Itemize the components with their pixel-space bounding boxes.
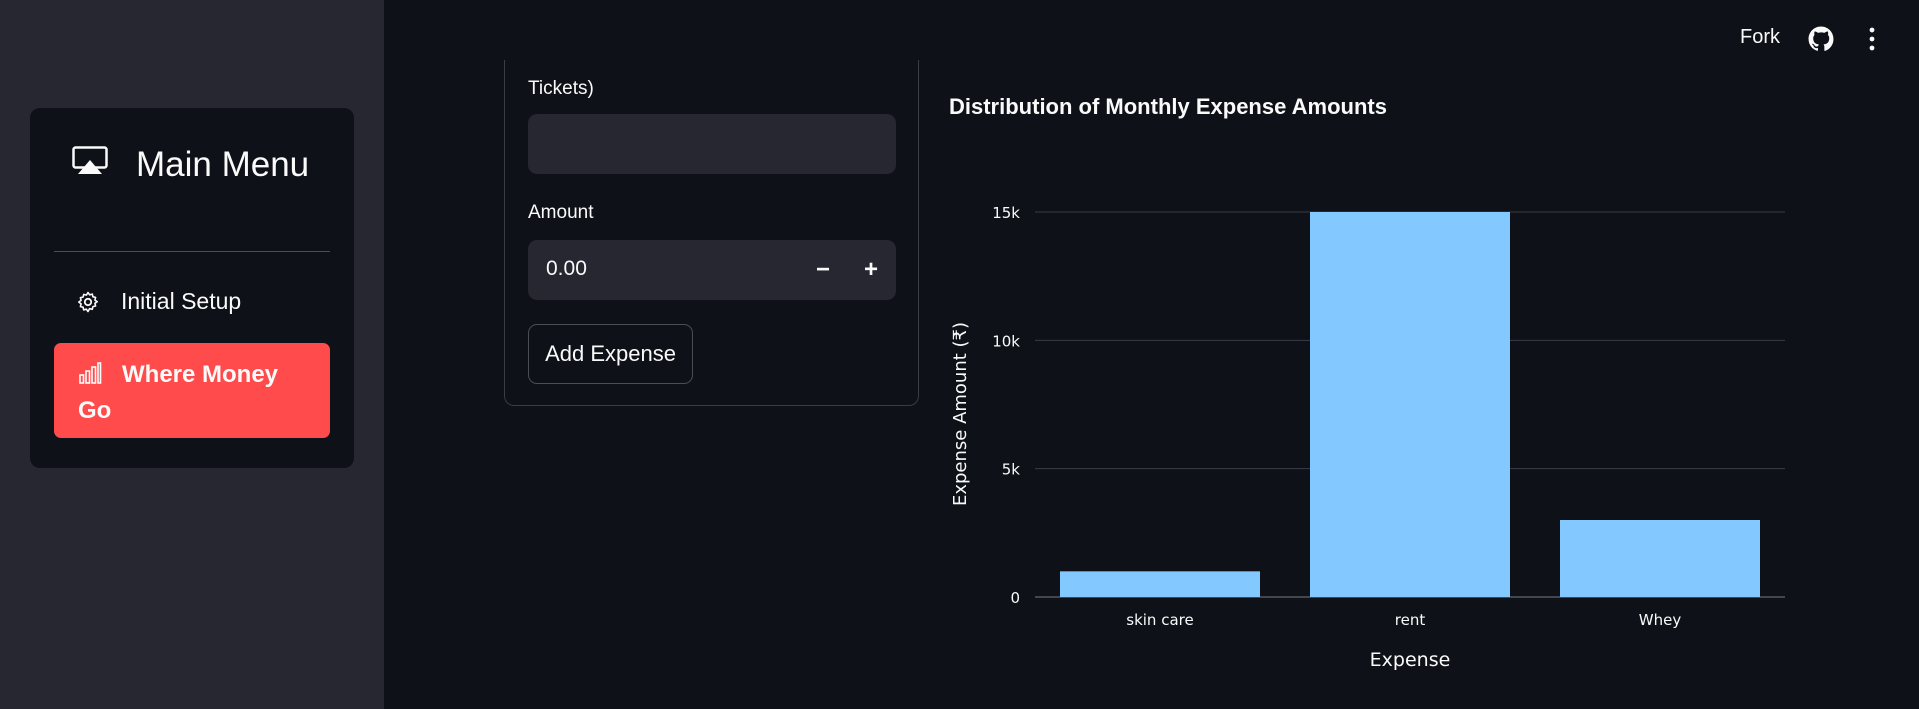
add-expense-button[interactable]: Add Expense — [528, 324, 693, 384]
y-tick-label: 5k — [1002, 461, 1021, 479]
x-tick-label: rent — [1395, 611, 1426, 629]
more-options-icon[interactable] — [1860, 26, 1884, 52]
y-tick-label: 10k — [992, 332, 1020, 350]
sidebar-item-where-money-go[interactable]: Where Money Go — [54, 343, 330, 438]
menu-title-text: Main Menu — [136, 145, 310, 184]
github-icon[interactable] — [1808, 26, 1834, 52]
x-tick-label: skin care — [1126, 611, 1193, 629]
y-axis-label: Expense Amount (₹) — [950, 322, 971, 506]
sidebar-item-label: Initial Setup — [121, 288, 242, 314]
y-tick-label: 0 — [1010, 589, 1020, 607]
x-tick-label: Whey — [1639, 611, 1682, 629]
sidebar-item-initial-setup[interactable]: Initial Setup — [54, 274, 330, 330]
y-tick-label: 15k — [992, 204, 1020, 222]
menu-divider — [54, 251, 330, 252]
bar-skin-care[interactable] — [1060, 571, 1260, 597]
expense-name-input[interactable] — [528, 114, 896, 174]
sidebar: Main Menu Initial Setup Where Money Go — [0, 0, 384, 709]
fork-link[interactable]: Fork — [1740, 26, 1780, 49]
expense-bar-chart: 0 5k 10k 15k skin care rent Whey Expense Amou… — [950, 204, 1785, 671]
main-menu-card: Main Menu Initial Setup Where Money Go — [30, 108, 354, 468]
decrement-button[interactable]: − — [803, 250, 843, 290]
bar-whey[interactable] — [1560, 520, 1760, 597]
x-axis-label: Expense — [1370, 649, 1451, 671]
sidebar-item-label: Where Money Go — [78, 361, 279, 424]
menu-title: Main Menu — [72, 138, 322, 192]
amount-value[interactable]: 0.00 — [546, 257, 587, 281]
chart-title: Distribution of Monthly Expense Amounts — [949, 94, 1387, 119]
bar-rent[interactable] — [1310, 212, 1510, 597]
gear-icon — [78, 291, 98, 313]
airplay-icon — [72, 146, 108, 174]
field-label-partial: Tickets) — [528, 78, 594, 99]
amount-label: Amount — [528, 202, 594, 223]
amount-input[interactable]: 0.00 − + — [528, 240, 896, 300]
increment-button[interactable]: + — [851, 250, 891, 290]
